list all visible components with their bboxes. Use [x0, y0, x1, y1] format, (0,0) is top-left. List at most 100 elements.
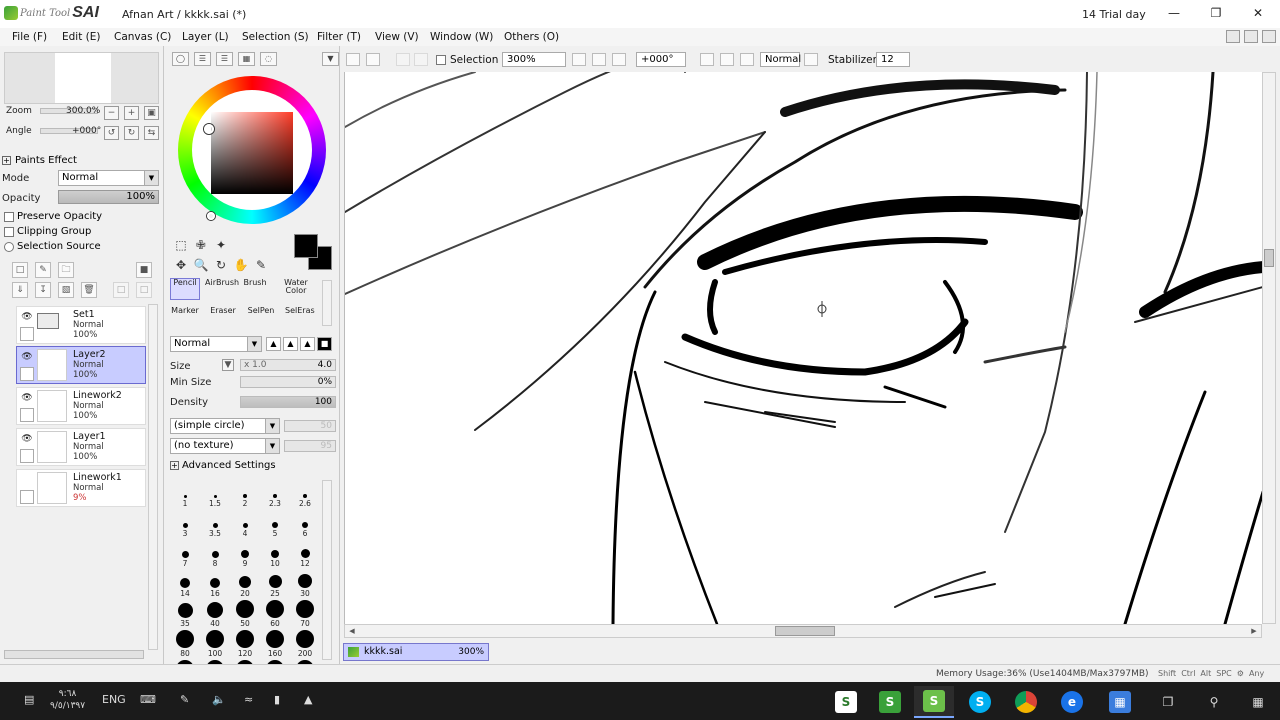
- new-linework-button[interactable]: ✎: [35, 262, 51, 278]
- visibility-eye-icon[interactable]: 👁: [20, 391, 34, 405]
- tool-water-color[interactable]: Water Color: [276, 278, 316, 300]
- pen-icon[interactable]: ✎: [180, 693, 189, 706]
- clear-layer-button[interactable]: ▧: [58, 282, 74, 298]
- drawing-canvas[interactable]: [344, 72, 1262, 624]
- brush-size-preset[interactable]: 4: [230, 510, 260, 538]
- layer-row-linework1[interactable]: Linework1 Normal 9%: [16, 469, 146, 507]
- keyboard-icon[interactable]: ⌨: [140, 693, 156, 706]
- taskbar-app-sai-active[interactable]: S: [914, 686, 954, 718]
- swatches-tab[interactable]: ▦: [238, 52, 255, 66]
- rotate-ccw-toolbar-button[interactable]: [700, 53, 714, 66]
- layer-list-scrollbar[interactable]: [148, 304, 158, 650]
- task-view-button[interactable]: ❐: [1148, 686, 1188, 718]
- density-slider[interactable]: 100: [240, 396, 336, 408]
- brush-size-preset[interactable]: 25: [260, 570, 290, 598]
- document-tab[interactable]: kkkk.sai 300%: [343, 643, 489, 661]
- brush-size-preset[interactable]: 35: [170, 600, 200, 628]
- texture-strength-slider[interactable]: 95: [284, 440, 336, 452]
- visibility-eye-icon[interactable]: 👁: [20, 310, 34, 324]
- brush-size-preset[interactable]: 80: [170, 630, 200, 658]
- layer-row-set1[interactable]: 👁 Set1 Normal 100%: [16, 306, 146, 344]
- brush-size-preset[interactable]: 200: [290, 630, 320, 658]
- zoom-out-button[interactable]: −: [104, 106, 119, 120]
- wifi-icon[interactable]: ≈: [244, 693, 253, 706]
- volume-icon[interactable]: 🔈: [212, 693, 226, 706]
- scroll-right-icon[interactable]: ▶: [1248, 626, 1260, 636]
- start-button[interactable]: ▦: [1238, 686, 1278, 718]
- zoom-select[interactable]: 300%: [502, 52, 566, 67]
- vertical-scroll-thumb[interactable]: [1264, 249, 1274, 267]
- scroll-left-icon[interactable]: ◀: [346, 626, 358, 636]
- brush-size-preset[interactable]: 5: [260, 510, 290, 538]
- restore-button[interactable]: ❐: [1198, 4, 1234, 22]
- hue-ring[interactable]: [178, 76, 326, 224]
- brush-size-preset[interactable]: 1.5: [200, 480, 230, 508]
- brush-size-preset[interactable]: 3: [170, 510, 200, 538]
- edge-flat-icon[interactable]: ■: [317, 337, 332, 351]
- taskbar-app-edge[interactable]: e: [1052, 686, 1092, 718]
- stabilizer-select[interactable]: 12: [876, 52, 910, 67]
- brush-size-preset[interactable]: 14: [170, 570, 200, 598]
- search-button[interactable]: ⚲: [1194, 686, 1234, 718]
- rgb-slider-tab[interactable]: ☰: [194, 52, 211, 66]
- rotate-left-button[interactable]: ↺: [104, 126, 119, 140]
- tool-eraser[interactable]: Eraser: [208, 306, 238, 328]
- angle-select[interactable]: +000°: [636, 52, 686, 67]
- brush-size-preset[interactable]: 8: [200, 540, 230, 568]
- zoom-icon[interactable]: 🔍: [192, 256, 210, 274]
- canvas-vertical-scrollbar[interactable]: [1262, 72, 1276, 624]
- layer-extra-button-1[interactable]: □: [113, 282, 129, 298]
- redo-button[interactable]: [366, 53, 380, 66]
- menu-canvas[interactable]: Canvas (C): [114, 31, 171, 43]
- new-folder-button[interactable]: 🗀: [58, 262, 74, 278]
- foreground-color-swatch[interactable]: [294, 234, 318, 258]
- lock-toggle[interactable]: [20, 367, 34, 381]
- language-indicator[interactable]: ENG: [102, 693, 126, 706]
- layer-list-hscrollbar[interactable]: [4, 650, 144, 659]
- move-icon[interactable]: ✥: [172, 256, 190, 274]
- lock-toggle[interactable]: [20, 408, 34, 422]
- taskbar-app-store[interactable]: ▦: [1100, 686, 1140, 718]
- paints-effect-header[interactable]: + Paints Effect: [2, 152, 162, 168]
- brush-presets-scrollbar[interactable]: [322, 480, 332, 660]
- lock-toggle[interactable]: [20, 327, 34, 341]
- lock-toggle[interactable]: [20, 490, 34, 504]
- canvas-horizontal-scrollbar[interactable]: ◀ ▶: [344, 624, 1262, 638]
- menu-file[interactable]: File (F): [12, 31, 47, 43]
- preserve-opacity-checkbox[interactable]: Preserve Opacity: [4, 211, 102, 222]
- rotate-cw-toolbar-button[interactable]: [740, 53, 754, 66]
- brush-size-preset[interactable]: 3.5: [200, 510, 230, 538]
- brush-size-preset[interactable]: 9: [230, 540, 260, 568]
- menu-view[interactable]: View (V): [375, 31, 419, 43]
- min-size-slider[interactable]: 0%: [240, 376, 336, 388]
- tool-grid-scrollbar[interactable]: [322, 280, 332, 326]
- menu-filter[interactable]: Filter (T): [317, 31, 361, 43]
- brush-shape-select[interactable]: (simple circle) ▼: [170, 418, 280, 434]
- deselect-button[interactable]: [396, 53, 410, 66]
- visibility-eye-icon[interactable]: 👁: [20, 432, 34, 446]
- brush-size-preset[interactable]: 7: [170, 540, 200, 568]
- invert-selection-button[interactable]: [414, 53, 428, 66]
- lasso-icon[interactable]: ✙: [192, 236, 210, 254]
- close-button[interactable]: ✕: [1240, 4, 1276, 22]
- chevron-up-icon[interactable]: ▲: [304, 693, 312, 706]
- action-center-icon[interactable]: ▤: [24, 693, 34, 706]
- marquee-select-icon[interactable]: ⬚: [172, 236, 190, 254]
- brush-texture-select[interactable]: (no texture) ▼: [170, 438, 280, 454]
- menu-window[interactable]: Window (W): [430, 31, 493, 43]
- brush-size-preset[interactable]: 50: [230, 600, 260, 628]
- flip-toolbar-button[interactable]: [804, 53, 818, 66]
- taskbar-app-skype[interactable]: S: [960, 686, 1000, 718]
- brush-size-preset[interactable]: 2.6: [290, 480, 320, 508]
- saturation-value-square[interactable]: [211, 112, 293, 194]
- shape-strength-slider[interactable]: 50: [284, 420, 336, 432]
- brush-size-preset[interactable]: 1: [170, 480, 200, 508]
- layer-extra-button-2[interactable]: □: [136, 282, 152, 298]
- brush-size-preset[interactable]: 12: [290, 540, 320, 568]
- tool-seleras[interactable]: SelEras: [284, 306, 315, 328]
- brush-size-preset[interactable]: 20: [230, 570, 260, 598]
- transfer-down-button[interactable]: ⇓: [12, 282, 28, 298]
- layer-row-layer1[interactable]: 👁 Layer1 Normal 100%: [16, 428, 146, 466]
- menu-layer[interactable]: Layer (L): [182, 31, 229, 43]
- brush-size-preset[interactable]: 120: [230, 630, 260, 658]
